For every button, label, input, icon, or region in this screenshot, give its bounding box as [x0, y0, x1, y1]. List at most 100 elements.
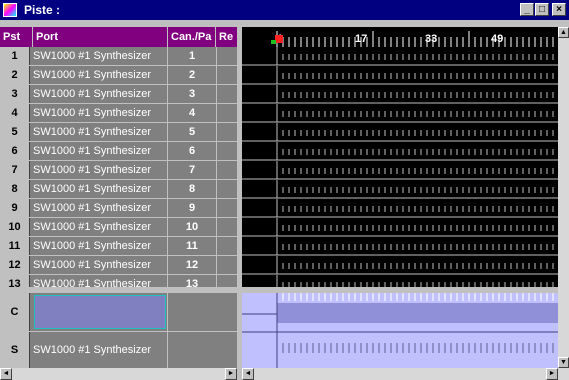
column-divider	[216, 256, 217, 274]
track-row[interactable]: 9 SW1000 #1 Synthesizer 9	[0, 199, 237, 218]
arrow-left-icon: ◄	[2, 370, 10, 377]
track-channel[interactable]: 8	[168, 180, 216, 198]
track-channel[interactable]: 1	[168, 47, 216, 65]
close-button[interactable]: ×	[552, 3, 566, 16]
scroll-up-button[interactable]: ▲	[558, 27, 569, 38]
track-number[interactable]: 5	[0, 123, 30, 141]
track-number[interactable]: 4	[0, 104, 30, 122]
maximize-button[interactable]: □	[535, 3, 549, 16]
header-channel[interactable]: Can./Pa	[168, 27, 216, 47]
track-channel[interactable]: 9	[168, 199, 216, 217]
header-port[interactable]: Port	[33, 27, 168, 47]
track-channel[interactable]: 4	[168, 104, 216, 122]
track-number[interactable]: 11	[0, 237, 30, 255]
vertical-scrollbar[interactable]: ▲ ▼	[558, 27, 569, 368]
column-divider	[167, 293, 168, 331]
track-port[interactable]: SW1000 #1 Synthesizer	[33, 256, 167, 274]
conductor-track-row[interactable]: C	[0, 293, 237, 332]
track-row[interactable]: 10 SW1000 #1 Synthesizer 10	[0, 218, 237, 237]
conductor-port-cell[interactable]	[34, 295, 166, 329]
special-arrange-area[interactable]	[242, 293, 558, 368]
track-list-hscrollbar[interactable]: ◄ ►	[0, 368, 237, 380]
scroll-left-button[interactable]: ◄	[0, 368, 12, 380]
track-port[interactable]: SW1000 #1 Synthesizer	[33, 199, 167, 217]
track-channel[interactable]: 7	[168, 161, 216, 179]
column-divider	[216, 142, 217, 160]
track-number[interactable]: 9	[0, 199, 30, 217]
track-channel[interactable]: 5	[168, 123, 216, 141]
track-port[interactable]: SW1000 #1 Synthesizer	[33, 180, 167, 198]
close-icon: ×	[556, 4, 562, 15]
arrow-right-icon: ►	[548, 370, 556, 377]
column-divider	[216, 161, 217, 179]
track-row[interactable]: 1 SW1000 #1 Synthesizer 1	[0, 47, 237, 66]
track-channel[interactable]: 3	[168, 85, 216, 103]
header-pst[interactable]: Pst	[0, 27, 33, 47]
title-bar: Piste : _ □ ×	[0, 0, 569, 20]
column-divider	[167, 332, 168, 368]
track-row[interactable]: 2 SW1000 #1 Synthesizer 2	[0, 66, 237, 85]
track-port[interactable]: SW1000 #1 Synthesizer	[33, 142, 167, 160]
minimize-button[interactable]: _	[520, 3, 534, 16]
track-number[interactable]: 3	[0, 85, 30, 103]
scroll-right-button[interactable]: ►	[546, 368, 558, 380]
minimize-icon: _	[524, 4, 530, 15]
track-port[interactable]: SW1000 #1 Synthesizer	[33, 123, 167, 141]
track-list-header: Pst Port Can./Pa Re	[0, 27, 237, 47]
track-port[interactable]: SW1000 #1 Synthesizer	[33, 104, 167, 122]
track-number[interactable]: 7	[0, 161, 30, 179]
track-port[interactable]: SW1000 #1 Synthesizer	[33, 237, 167, 255]
column-divider	[216, 199, 217, 217]
maximize-icon: □	[538, 4, 546, 15]
track-row[interactable]: 7 SW1000 #1 Synthesizer 7	[0, 161, 237, 180]
track-number[interactable]: 1	[0, 47, 30, 65]
arrange-hscrollbar[interactable]: ◄ ►	[242, 368, 569, 380]
track-port[interactable]: SW1000 #1 Synthesizer	[33, 47, 167, 65]
header-rec[interactable]: Re	[216, 27, 237, 47]
track-port[interactable]: SW1000 #1 Synthesizer	[33, 161, 167, 179]
track-channel[interactable]: 10	[168, 218, 216, 236]
column-divider	[216, 47, 217, 65]
conductor-label: C	[0, 293, 30, 331]
track-channel[interactable]: 12	[168, 256, 216, 274]
scroll-right-button[interactable]: ►	[225, 368, 237, 380]
special-arrange-grid	[242, 293, 558, 368]
ruler-label: 49	[491, 33, 503, 45]
track-channel[interactable]: 6	[168, 142, 216, 160]
track-row[interactable]: 3 SW1000 #1 Synthesizer 3	[0, 85, 237, 104]
arrow-right-icon: ►	[227, 370, 235, 377]
arrange-area[interactable]: 1173349	[242, 27, 558, 287]
track-number[interactable]: 10	[0, 218, 30, 236]
arrow-up-icon: ▲	[560, 29, 567, 36]
scroll-down-button[interactable]: ▼	[558, 357, 569, 368]
track-channel[interactable]: 11	[168, 237, 216, 255]
scroll-left-button[interactable]: ◄	[242, 368, 254, 380]
column-divider	[216, 66, 217, 84]
track-number[interactable]: 2	[0, 66, 30, 84]
track-port[interactable]: SW1000 #1 Synthesizer	[33, 66, 167, 84]
track-port[interactable]: SW1000 #1 Synthesizer	[33, 218, 167, 236]
track-port[interactable]: SW1000 #1 Synthesizer	[33, 85, 167, 103]
track-row[interactable]: 5 SW1000 #1 Synthesizer 5	[0, 123, 237, 142]
track-rows: 1 SW1000 #1 Synthesizer 1 2 SW1000 #1 Synthe…	[0, 47, 237, 293]
column-divider	[216, 123, 217, 141]
conductor-block[interactable]	[277, 303, 558, 323]
track-channel[interactable]: 2	[168, 66, 216, 84]
track-row[interactable]: 6 SW1000 #1 Synthesizer 6	[0, 142, 237, 161]
system-label: S	[0, 332, 30, 368]
track-row[interactable]: 8 SW1000 #1 Synthesizer 8	[0, 180, 237, 199]
track-number[interactable]: 6	[0, 142, 30, 160]
arrow-down-icon: ▼	[560, 359, 567, 366]
special-tracks: C S SW1000 #1 Synthesizer	[0, 293, 237, 368]
column-divider	[216, 218, 217, 236]
loop-marker[interactable]	[271, 40, 276, 44]
system-track-row[interactable]: S SW1000 #1 Synthesizer	[0, 332, 237, 368]
track-number[interactable]: 12	[0, 256, 30, 274]
column-divider	[216, 104, 217, 122]
track-row[interactable]: 12 SW1000 #1 Synthesizer 12	[0, 256, 237, 275]
track-row[interactable]: 4 SW1000 #1 Synthesizer 4	[0, 104, 237, 123]
song-position-marker[interactable]	[275, 35, 283, 43]
track-number[interactable]: 8	[0, 180, 30, 198]
ruler-label: 17	[355, 33, 367, 45]
track-row[interactable]: 11 SW1000 #1 Synthesizer 11	[0, 237, 237, 256]
